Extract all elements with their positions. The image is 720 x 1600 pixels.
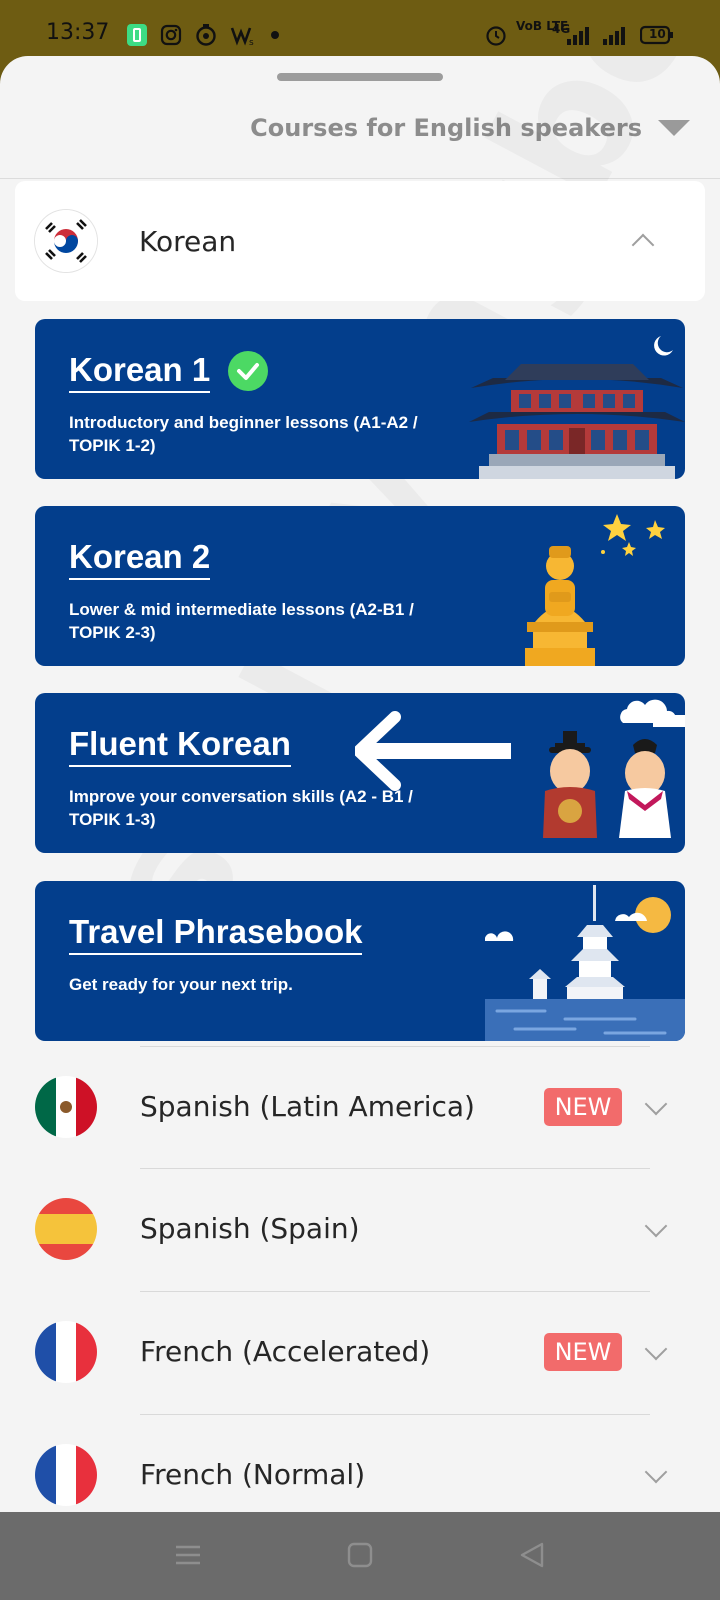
course-sheet: Courses for English speakers studyingboo…: [0, 56, 720, 1512]
spain-flag-icon: [35, 1198, 97, 1260]
course-description: Improve your conversation skills (A2 - B…: [69, 787, 413, 829]
course-selector-label: Courses for English speakers: [250, 114, 642, 142]
wattpad-icon: s: [230, 22, 256, 48]
chevron-down-icon[interactable]: [644, 1337, 668, 1361]
pagoda-illustration: [485, 885, 685, 1041]
language-row-spanish-latam[interactable]: Spanish (Latin America) NEW: [0, 1050, 720, 1168]
new-badge: NEW: [544, 1333, 622, 1371]
signal-icon-2: [602, 22, 626, 48]
hanbok-couple-illustration: [543, 699, 685, 838]
new-badge: NEW: [544, 1088, 622, 1126]
alarm-icon: [484, 22, 508, 48]
language-label: French (Normal): [140, 1458, 366, 1491]
chevron-down-icon[interactable]: [644, 1460, 668, 1484]
course-description: Introductory and beginner lessons (A1-A2…: [69, 413, 418, 455]
course-card-travel-phrasebook[interactable]: Travel Phrasebook Get ready for your nex…: [35, 881, 685, 1041]
france-flag-icon: [35, 1321, 97, 1383]
korea-flag-icon: [35, 210, 97, 272]
divider: [140, 1046, 650, 1047]
dropdown-triangle-icon: [658, 120, 690, 136]
language-label-korean: Korean: [139, 225, 237, 258]
signal-icon: [566, 22, 590, 48]
course-card-korean-1[interactable]: Korean 1 Introductory and beginner lesso…: [35, 319, 685, 479]
course-description: Lower & mid intermediate lessons (A2-B1 …: [69, 600, 414, 642]
language-row-french-normal[interactable]: French (Normal): [0, 1418, 720, 1512]
chevron-down-icon[interactable]: [644, 1214, 668, 1238]
language-label: French (Accelerated): [140, 1335, 431, 1368]
back-icon[interactable]: [512, 1538, 552, 1572]
app-icon: [195, 22, 217, 48]
divider: [140, 1291, 650, 1292]
chevron-up-icon[interactable]: [631, 233, 655, 257]
language-row-french-accelerated[interactable]: French (Accelerated) NEW: [0, 1295, 720, 1413]
battery-saver-icon: [126, 22, 148, 48]
divider: [140, 1414, 650, 1415]
menu-icon[interactable]: [168, 1538, 208, 1572]
course-title: Korean 1: [69, 351, 211, 393]
course-title: Fluent Korean: [69, 725, 291, 767]
divider: [140, 1168, 650, 1169]
status-time: 13:37: [46, 20, 110, 45]
buddha-statue-illustration: [525, 514, 665, 666]
language-label: Spanish (Spain): [140, 1212, 360, 1245]
course-title: Travel Phrasebook: [69, 913, 363, 955]
battery-level: 10: [649, 27, 666, 41]
home-icon[interactable]: [340, 1538, 380, 1572]
sheet-drag-handle[interactable]: [277, 73, 443, 81]
divider: [0, 178, 720, 179]
instagram-icon: [160, 22, 182, 48]
svg-text:s: s: [249, 38, 254, 46]
course-description: Get ready for your next trip.: [69, 975, 293, 994]
pointer-arrow-icon: [355, 711, 511, 791]
language-label: Spanish (Latin America): [140, 1090, 475, 1123]
course-language-selector[interactable]: Courses for English speakers: [250, 114, 690, 142]
completed-check-icon: [228, 351, 268, 391]
chevron-down-icon[interactable]: [644, 1092, 668, 1116]
mexico-flag-icon: [35, 1076, 97, 1138]
course-title: Korean 2: [69, 538, 211, 580]
language-row-korean[interactable]: Korean: [15, 181, 705, 301]
dot-icon: [270, 22, 280, 48]
palace-illustration: [469, 336, 685, 479]
system-nav-bar: [0, 1512, 720, 1600]
france-flag-icon: [35, 1444, 97, 1506]
course-card-korean-2[interactable]: Korean 2 Lower & mid intermediate lesson…: [35, 506, 685, 666]
language-row-spanish-spain[interactable]: Spanish (Spain): [0, 1172, 720, 1290]
